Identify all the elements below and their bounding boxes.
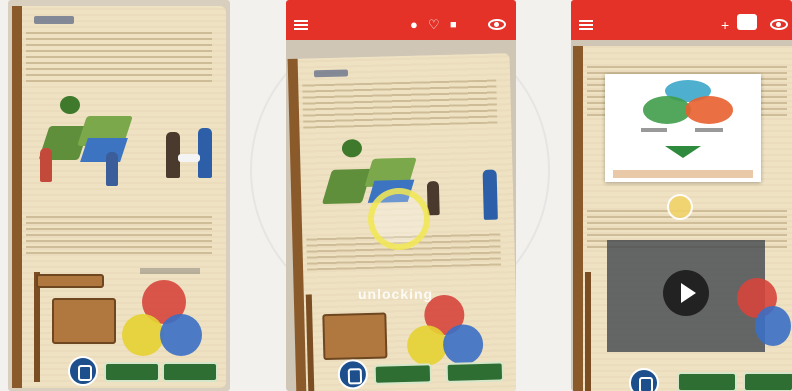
institution-logo (629, 368, 659, 391)
plus-icon[interactable]: + (721, 18, 729, 32)
institution-logo (68, 356, 98, 386)
hamburger-icon[interactable] (294, 20, 308, 30)
book-spine (573, 46, 583, 391)
panel-app-scanning: ● ♡ ■ unlocking (286, 0, 516, 391)
farm-illustration (30, 96, 160, 186)
green-info-button (445, 361, 505, 383)
narrator-avatar[interactable] (667, 194, 693, 220)
eye-icon[interactable] (488, 19, 506, 30)
eye-icon[interactable] (770, 19, 788, 30)
book-spine (12, 6, 22, 388)
venn-circle-yellow (122, 314, 164, 356)
panel-book-photo (8, 0, 230, 391)
wooden-sign-board (322, 312, 388, 361)
terrain-block (321, 168, 373, 205)
person-icon[interactable]: ■ (450, 18, 457, 32)
official-figure (198, 128, 212, 178)
green-info-button (373, 363, 433, 385)
person-figure (40, 148, 52, 182)
venn-heading (140, 268, 200, 274)
play-icon[interactable] (663, 270, 709, 316)
panel-app-ar-overlay: + (571, 0, 792, 391)
card-text (695, 128, 723, 132)
handshake-illustration (160, 114, 218, 186)
venn-circle-orange (685, 96, 733, 124)
venn-circle-green (643, 96, 691, 124)
venn-circle-yellow (406, 324, 448, 366)
tree (341, 139, 363, 158)
lightbulb-icon[interactable]: ● (410, 18, 418, 32)
sign-post (305, 294, 315, 391)
document (178, 154, 200, 162)
book-page (12, 6, 226, 388)
green-info-button (104, 362, 160, 382)
ar-info-card (605, 74, 761, 182)
section-heading (34, 16, 74, 24)
sign-post (585, 272, 591, 391)
heart-icon[interactable]: ♡ (428, 18, 440, 32)
card-footer-bar (613, 170, 753, 178)
app-toolbar: ● ♡ ■ (286, 0, 516, 40)
status-bar (286, 0, 516, 10)
official-figure (482, 169, 498, 220)
wooden-sign (36, 274, 104, 288)
venn-circle-blue (160, 314, 202, 356)
card-text (641, 128, 667, 132)
water-block (80, 138, 128, 162)
tree (60, 96, 80, 114)
venn-circle-blue (442, 323, 484, 365)
green-info-button (677, 372, 737, 391)
camera-icon[interactable] (737, 14, 757, 30)
paragraph-text (26, 30, 212, 82)
unlocking-progress-ring (368, 188, 430, 250)
hamburger-icon[interactable] (579, 20, 593, 30)
paragraph-text (302, 79, 498, 129)
paragraph-text (26, 214, 212, 254)
green-info-button (743, 372, 792, 391)
arrow-down-icon (665, 146, 701, 158)
venn-circle-blue (755, 306, 791, 346)
section-heading (313, 69, 349, 78)
green-info-button (162, 362, 218, 382)
unlocking-label: unlocking (358, 286, 434, 302)
institution-logo (337, 358, 369, 390)
sign-post (34, 272, 40, 382)
person-figure (106, 152, 118, 186)
status-bar (571, 0, 792, 10)
app-toolbar: + (571, 0, 792, 40)
wooden-sign-board (52, 298, 116, 344)
